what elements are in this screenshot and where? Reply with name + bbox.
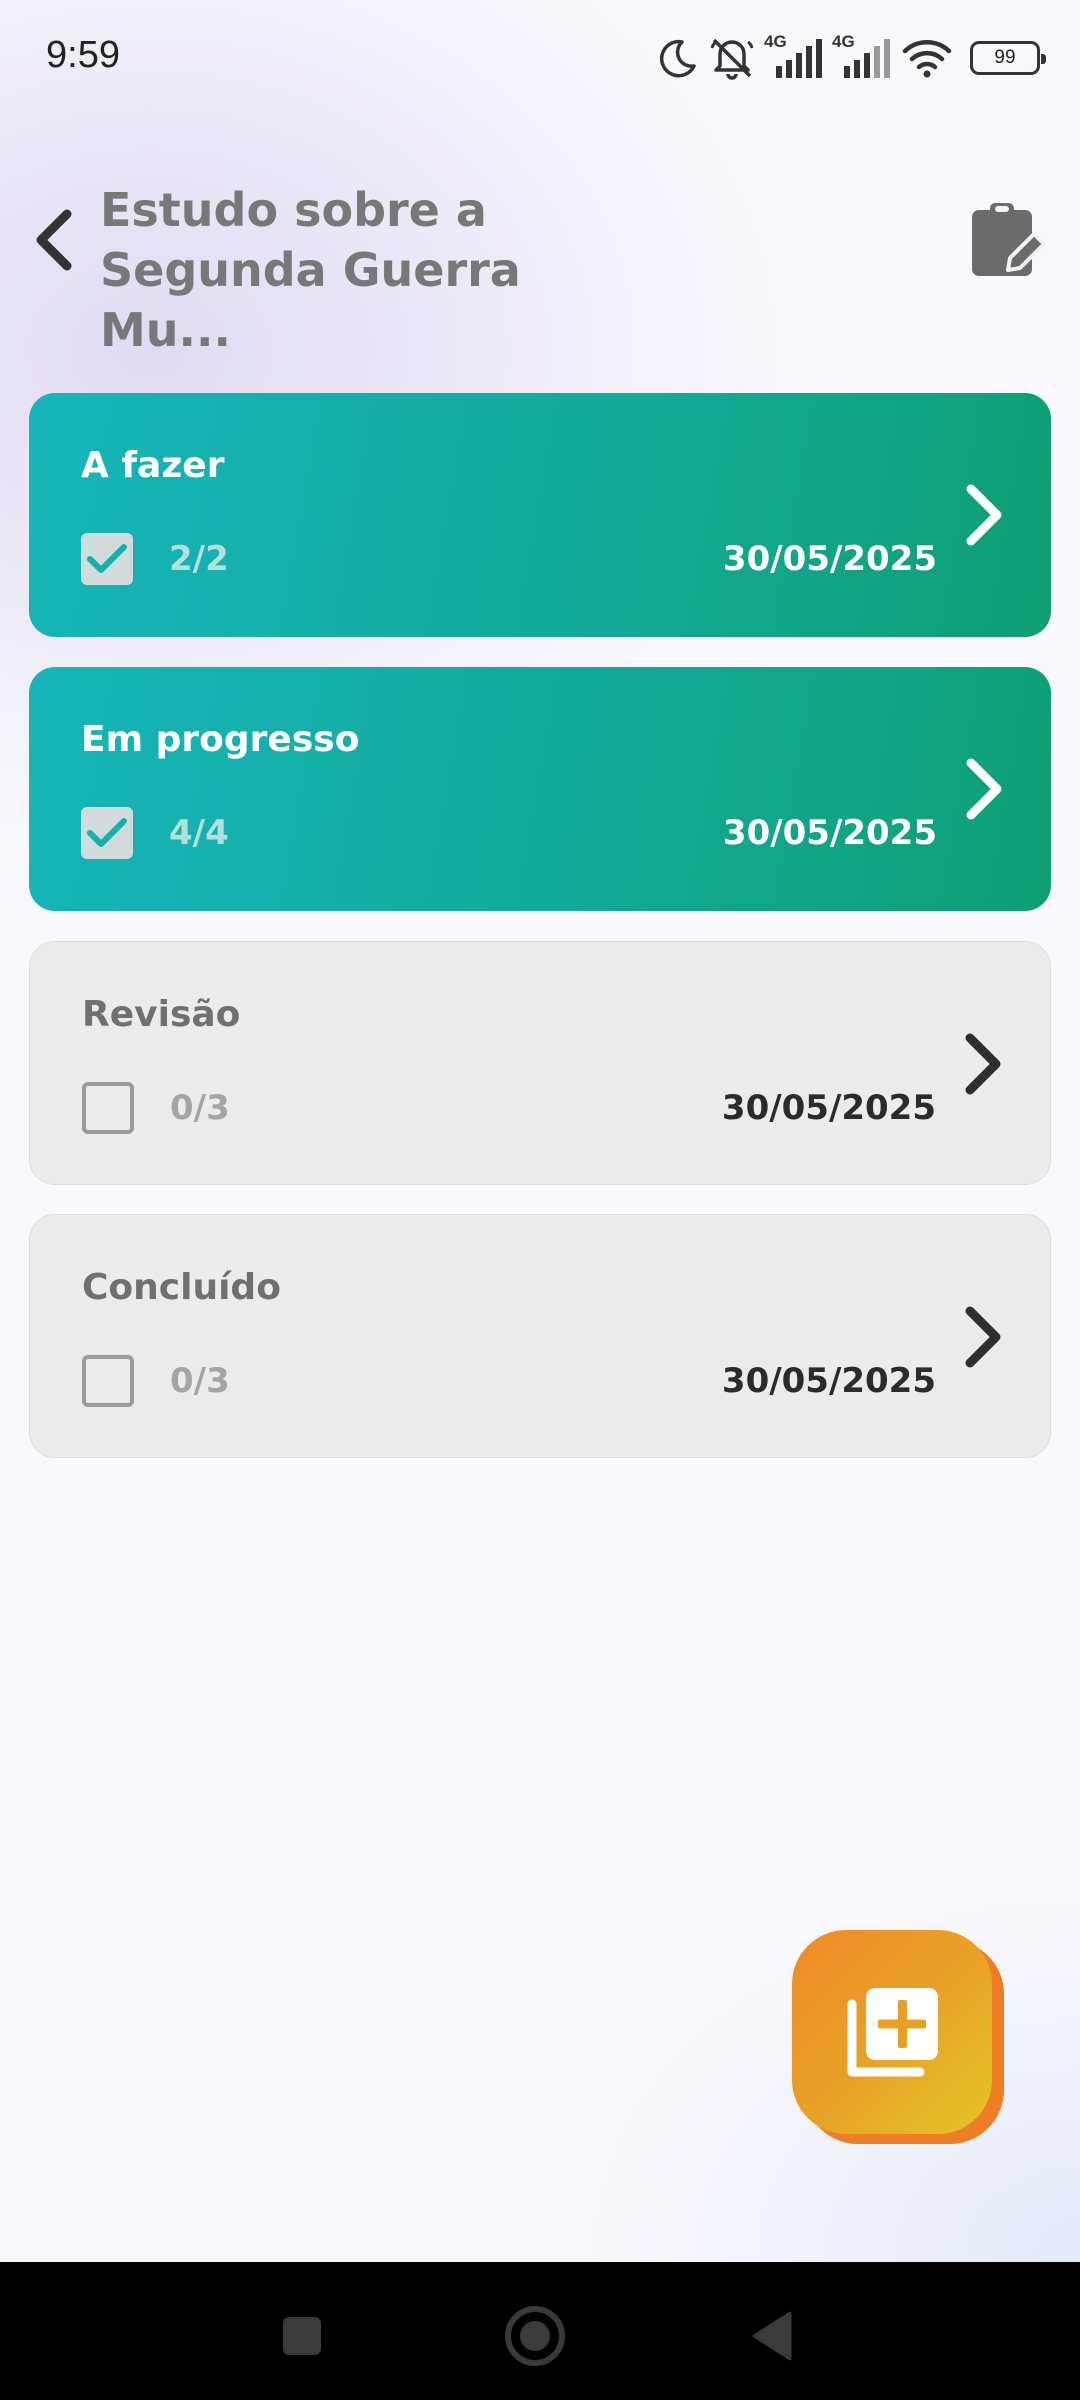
signal-group-2: 4G: [832, 32, 892, 80]
bell-off-icon: [710, 38, 754, 80]
status-icons: 4G 4G 99: [658, 30, 1046, 86]
wifi-icon: [902, 40, 952, 78]
stage-card-title: Revisão: [82, 994, 241, 1035]
stage-task-count: 0/3: [170, 1088, 230, 1128]
stage-task-count: 2/2: [169, 539, 229, 579]
chevron-right-icon: [955, 749, 1015, 829]
battery-icon: 99: [970, 41, 1046, 75]
app-header: Estudo sobre a Segunda Guerra Mu...: [0, 170, 1080, 357]
page-title-line-2: Segunda Guerra Mu...: [100, 243, 521, 357]
stage-task-count: 4/4: [169, 813, 229, 853]
library-add-icon: [847, 1988, 938, 2077]
stage-checkbox[interactable]: [82, 1082, 134, 1134]
stage-date: 30/05/2025: [722, 813, 937, 853]
page-title-line-1: Estudo sobre a: [100, 183, 487, 237]
network-type-label: 4G: [764, 32, 787, 51]
home-circle-icon: [505, 2306, 565, 2366]
back-triangle-icon: [752, 2311, 792, 2361]
stage-date: 30/05/2025: [721, 1088, 936, 1128]
stage-card-title: Em progresso: [81, 719, 360, 760]
chevron-right-icon: [954, 1024, 1014, 1104]
fab-face: [792, 1930, 992, 2134]
check-icon: [87, 818, 127, 847]
stage-card-revisao[interactable]: Revisão 0/3 30/05/2025: [29, 941, 1051, 1185]
stage-card-title: Concluído: [82, 1267, 281, 1308]
recents-square-icon: [283, 2317, 321, 2355]
signal-group-1: 4G: [764, 32, 824, 80]
page-title: Estudo sobre a Segunda Guerra Mu...: [100, 180, 660, 360]
edit-notes-button[interactable]: [962, 190, 1052, 290]
chevron-left-icon: [36, 209, 72, 271]
check-icon: [87, 544, 127, 573]
stage-card-em-progresso[interactable]: Em progresso 4/4 30/05/2025: [29, 667, 1051, 911]
stage-date: 30/05/2025: [722, 539, 937, 579]
stage-card-concluido[interactable]: Concluído 0/3 30/05/2025: [29, 1214, 1051, 1458]
system-nav-bar: [0, 2262, 1080, 2400]
back-nav-button[interactable]: [732, 2296, 812, 2376]
clipboard-edit-icon: [972, 203, 1046, 276]
chevron-right-icon: [954, 1297, 1014, 1377]
status-bar: 9:59 4G 4G 99: [0, 0, 1080, 115]
stage-date: 30/05/2025: [721, 1361, 936, 1401]
battery-level: 99: [994, 47, 1016, 68]
chevron-right-icon: [955, 475, 1015, 555]
network-type-label: 4G: [832, 32, 855, 51]
stage-checkbox[interactable]: [81, 807, 133, 859]
home-button[interactable]: [495, 2296, 575, 2376]
stage-card-title: A fazer: [81, 445, 225, 486]
moon-icon: [659, 39, 696, 78]
back-button[interactable]: [18, 200, 88, 280]
stage-card-a-fazer[interactable]: A fazer 2/2 30/05/2025: [29, 393, 1051, 637]
stage-checkbox[interactable]: [81, 533, 133, 585]
add-stage-button[interactable]: [792, 1930, 1004, 2144]
status-time: 9:59: [46, 34, 120, 76]
stage-checkbox[interactable]: [82, 1355, 134, 1407]
stage-task-count: 0/3: [170, 1361, 230, 1401]
recents-button[interactable]: [262, 2296, 342, 2376]
